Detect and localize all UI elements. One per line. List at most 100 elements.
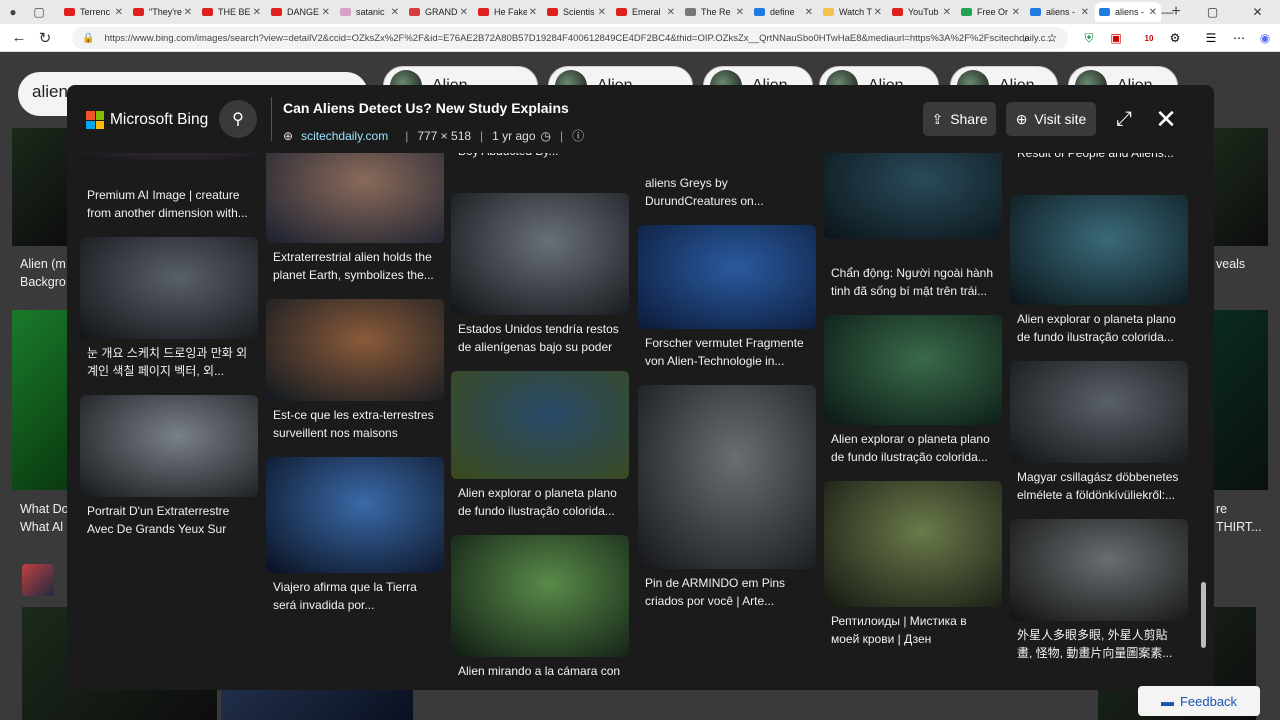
result-caption[interactable]: Chẩn động: Người ngoài hành tinh đã sống…	[824, 264, 1002, 302]
close-window-icon[interactable]: ✕	[1235, 0, 1280, 24]
result-caption[interactable]: aliens Greys by DurundCreatures on...	[638, 174, 816, 212]
browser-tab[interactable]: aliens - ✕	[1026, 2, 1093, 22]
result-thumbnail[interactable]	[1010, 519, 1188, 621]
tab-close-icon[interactable]: ✕	[943, 7, 951, 18]
modal-search-button[interactable]: ⚲	[219, 100, 257, 138]
close-icon[interactable]: ✕	[1150, 103, 1182, 135]
result-caption[interactable]: Est-ce que les extra-terrestres surveill…	[266, 406, 444, 444]
result-caption[interactable]: Portrait D'un Extraterrestre Avec De Gra…	[80, 502, 258, 540]
image-result-card[interactable]: Alien explorar o planeta plano de fundo …	[824, 315, 1002, 468]
extension-icon[interactable]: ▣	[1105, 27, 1127, 49]
result-caption[interactable]: Estados Unidos tendría restos de alieníg…	[451, 320, 629, 358]
image-result-card[interactable]: Result of People and Aliens...	[1010, 153, 1188, 182]
browser-tab[interactable]: DANGE ✕	[267, 2, 334, 22]
tab-close-icon[interactable]: ✕	[184, 7, 192, 18]
browser-tab[interactable]: define ✕	[750, 2, 817, 22]
bg-caption[interactable]: veals	[1216, 257, 1245, 271]
browser-tab[interactable]: Scientis ✕	[543, 2, 610, 22]
browser-tab[interactable]: The Re ✕	[681, 2, 748, 22]
bg-caption[interactable]: What Do	[20, 502, 69, 516]
result-caption[interactable]: Result of People and Aliens...	[1010, 153, 1188, 182]
result-caption[interactable]: Рептилоиды | Мистика в моей крови | Дзен	[824, 612, 1002, 650]
result-caption[interactable]: Alien mirando a la cámara con	[451, 662, 629, 690]
extensions-icon[interactable]: ⚙	[1164, 27, 1186, 49]
tab-close-icon[interactable]: ✕	[598, 7, 606, 18]
result-caption[interactable]: Extraterrestrial alien holds the planet …	[266, 248, 444, 286]
visit-site-button[interactable]: ⊕ Visit site	[1006, 102, 1096, 136]
image-result-card[interactable]: aliens Greys by DurundCreatures on...	[638, 169, 816, 212]
scrollbar[interactable]	[1201, 582, 1206, 648]
image-result-card[interactable]: Premium AI Image | creature from another…	[80, 181, 258, 224]
tab-close-icon[interactable]: ✕	[529, 7, 537, 18]
shield-icon[interactable]: ⛨	[1078, 27, 1100, 49]
result-caption[interactable]: Alien explorar o planeta plano de fundo …	[451, 484, 629, 522]
image-result-card[interactable]	[824, 153, 1002, 239]
image-result-card[interactable]: Viajero afirma que la Tierra será invadi…	[266, 457, 444, 616]
tab-close-icon[interactable]: ✕	[391, 7, 399, 18]
result-caption[interactable]: Alien explorar o planeta plano de fundo …	[1010, 310, 1188, 348]
image-result-card[interactable]: Extraterrestrial alien holds the planet …	[266, 153, 444, 286]
bg-thumbnail[interactable]	[1213, 128, 1268, 246]
result-thumbnail[interactable]	[80, 237, 258, 339]
image-result-card[interactable]: Chẩn động: Người ngoài hành tinh đã sống…	[824, 259, 1002, 302]
result-thumbnail[interactable]	[824, 315, 1002, 425]
feedback-button[interactable]: ▬ Feedback	[1138, 686, 1260, 716]
result-thumbnail[interactable]	[1010, 195, 1188, 305]
image-result-card[interactable]: Estados Unidos tendría restos de alieníg…	[451, 193, 629, 358]
result-caption[interactable]: Forscher vermutet Fragmente von Alien-Te…	[638, 334, 816, 372]
browser-tab[interactable]: He Fake ✕	[474, 2, 541, 22]
collections-icon[interactable]: ☰	[1200, 27, 1222, 49]
result-caption[interactable]: Pin de ARMINDO em Pins criados por você …	[638, 574, 816, 612]
source-link[interactable]: scitechdaily.com	[301, 129, 388, 143]
favorite-star-icon[interactable]: ☆	[1041, 27, 1063, 49]
bg-caption[interactable]: THIRT...	[1216, 520, 1262, 534]
tab-close-icon[interactable]: ✕	[253, 7, 261, 18]
result-thumbnail[interactable]	[80, 395, 258, 497]
bing-logo[interactable]: Microsoft Bing	[86, 111, 208, 129]
image-result-card[interactable]: 눈 개요 스케치 드로잉과 만화 외계인 색칠 페이지 벡터, 외...	[80, 237, 258, 382]
result-thumbnail[interactable]	[451, 193, 629, 315]
result-caption[interactable]: Magyar csillagász döbbenetes elmélete a …	[1010, 468, 1188, 506]
browser-tab[interactable]: Free Or ✕	[957, 2, 1024, 22]
tab-close-icon[interactable]: ✕	[322, 7, 330, 18]
workspaces-icon[interactable]: ▢	[26, 0, 52, 24]
result-thumbnail[interactable]	[80, 153, 258, 161]
image-result-card[interactable]: Pin de ARMINDO em Pins criados por você …	[638, 385, 816, 612]
result-caption[interactable]: Viajero afirma que la Tierra será invadi…	[266, 578, 444, 616]
image-result-card[interactable]: 外星人多眼多眼, 外星人剪貼畫, 怪物, 動畫片向量圖案素...	[1010, 519, 1188, 664]
result-thumbnail[interactable]	[451, 371, 629, 479]
image-result-card[interactable]: Alien mirando a la cámara con	[451, 535, 629, 690]
bg-caption[interactable]: Backgro	[20, 275, 66, 289]
browser-tab[interactable]: Terrenc ✕	[60, 2, 127, 22]
browser-tab[interactable]: GRAND ✕	[405, 2, 472, 22]
bg-caption[interactable]: Alien (m	[20, 257, 66, 271]
share-button[interactable]: ⇪ Share	[923, 102, 996, 136]
tab-close-icon[interactable]: ✕	[115, 7, 123, 18]
image-result-card[interactable]: Est-ce que les extra-terrestres surveill…	[266, 299, 444, 444]
result-thumbnail[interactable]	[451, 535, 629, 657]
profile-icon[interactable]: ●	[0, 0, 26, 24]
result-caption[interactable]: 外星人多眼多眼, 外星人剪貼畫, 怪物, 動畫片向量圖案素...	[1010, 626, 1188, 664]
info-icon[interactable]: ⓘ	[572, 127, 584, 144]
bg-thumbnail[interactable]	[22, 564, 54, 596]
result-thumbnail[interactable]	[266, 153, 444, 243]
image-result-card[interactable]: Portrait D'un Extraterrestre Avec De Gra…	[80, 395, 258, 540]
bg-thumbnail[interactable]	[1213, 310, 1268, 490]
image-result-card[interactable]: Forscher vermutet Fragmente von Alien-Te…	[638, 225, 816, 372]
browser-tab[interactable]: Emeral ✕	[612, 2, 679, 22]
image-result-card[interactable]: Рептилоиды | Мистика в моей крови | Дзен	[824, 481, 1002, 650]
tab-close-icon[interactable]: ✕	[460, 7, 468, 18]
url-field[interactable]: 🔒 https://www.bing.com/images/search?vie…	[72, 27, 1068, 49]
tab-close-icon[interactable]: ✕	[805, 7, 813, 18]
image-result-card[interactable]: Alien explorar o planeta plano de fundo …	[451, 371, 629, 522]
zoom-icon[interactable]: ⌕	[1016, 27, 1038, 49]
back-button[interactable]: ←	[6, 24, 32, 52]
result-thumbnail[interactable]	[824, 481, 1002, 607]
adblock-badge[interactable]: 10	[1138, 27, 1160, 49]
browser-tab[interactable]: "They're ✕	[129, 2, 196, 22]
bg-caption[interactable]: re	[1216, 502, 1227, 516]
tab-close-icon[interactable]: ✕	[667, 7, 675, 18]
bg-thumbnail[interactable]	[12, 128, 67, 246]
expand-icon[interactable]: ⤢	[1110, 105, 1138, 133]
maximize-icon[interactable]: ▢	[1190, 0, 1235, 24]
